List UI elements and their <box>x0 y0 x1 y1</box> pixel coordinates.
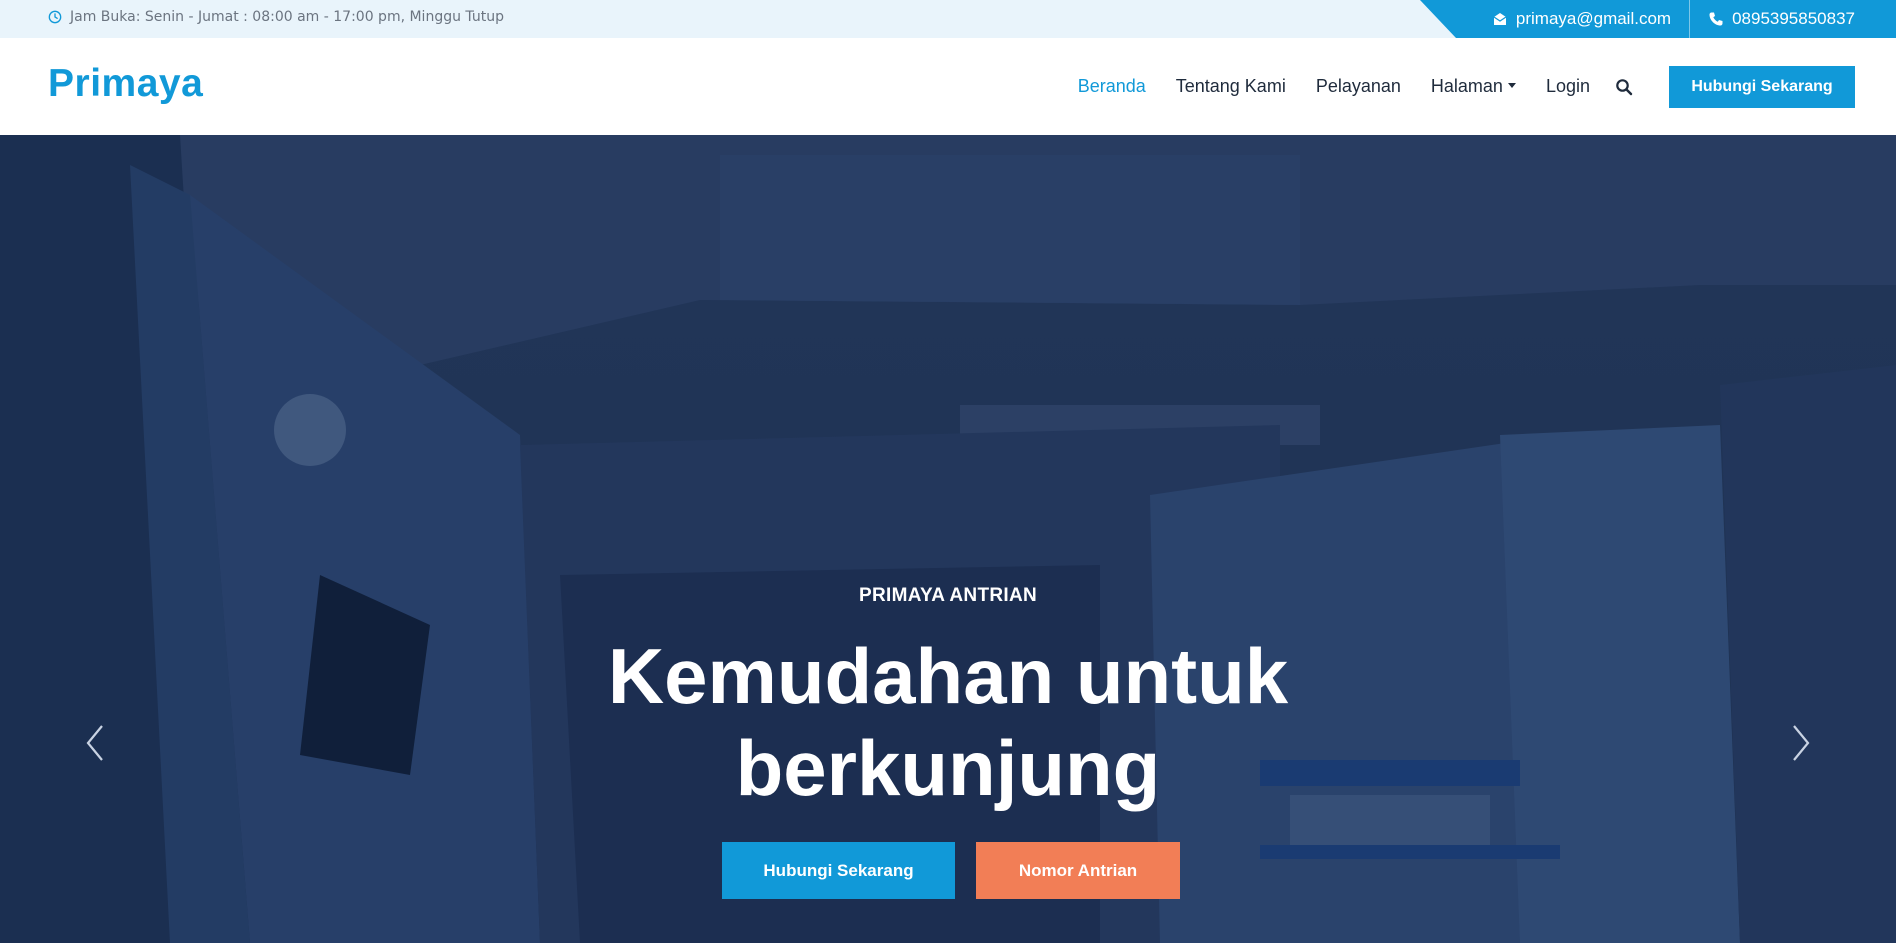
nav-item-pelayanan[interactable]: Pelayanan <box>1316 76 1401 97</box>
envelope-icon <box>1493 13 1507 25</box>
hero-carousel: PRIMAYA ANTRIAN Kemudahan untuk berkunju… <box>0 135 1896 943</box>
nav-menu: Beranda Tentang Kami Pelayanan Halaman L… <box>1078 38 1896 135</box>
hero-title-line-1: Kemudahan untuk <box>607 632 1289 720</box>
hero-queue-number-button[interactable]: Nomor Antrian <box>976 842 1180 899</box>
nav-item-login[interactable]: Login <box>1546 76 1590 97</box>
phone-text: 0895395850837 <box>1732 9 1855 28</box>
phone-icon <box>1709 12 1723 26</box>
hero-eyebrow: PRIMAYA ANTRIAN <box>859 585 1037 606</box>
nav-item-beranda[interactable]: Beranda <box>1078 76 1146 97</box>
opening-hours-text: Jam Buka: Senin - Jumat : 08:00 am - 17:… <box>70 9 504 25</box>
chevron-left-icon[interactable] <box>78 720 114 766</box>
hero-title-line-2: berkunjung <box>735 724 1161 812</box>
top-info-bar: Jam Buka: Senin - Jumat : 08:00 am - 17:… <box>0 0 1896 38</box>
nav-item-halaman-label: Halaman <box>1430 76 1503 96</box>
email-link[interactable]: primaya@gmail.com <box>1474 0 1689 38</box>
hero-content: PRIMAYA ANTRIAN Kemudahan untuk berkunju… <box>0 135 1896 943</box>
nav-item-tentang-kami[interactable]: Tentang Kami <box>1176 76 1286 97</box>
clock-icon <box>48 10 62 24</box>
opening-hours: Jam Buka: Senin - Jumat : 08:00 am - 17:… <box>48 0 504 34</box>
caret-down-icon <box>1507 82 1516 88</box>
main-navbar: Primaya Beranda Tentang Kami Pelayanan H… <box>0 38 1896 135</box>
nav-item-halaman[interactable]: Halaman <box>1431 76 1516 97</box>
contact-strip: primaya@gmail.com 0895395850837 <box>1420 0 1896 38</box>
hero-contact-button[interactable]: Hubungi Sekarang <box>722 842 955 899</box>
contact-now-button[interactable]: Hubungi Sekarang <box>1669 65 1855 108</box>
phone-link[interactable]: 0895395850837 <box>1690 0 1896 38</box>
search-icon[interactable] <box>1615 78 1633 96</box>
email-text: primaya@gmail.com <box>1515 9 1672 28</box>
hero-buttons: Hubungi Sekarang Nomor Antrian <box>722 842 1180 899</box>
chevron-right-icon[interactable] <box>1782 720 1818 766</box>
site-logo[interactable]: Primaya <box>48 62 203 106</box>
hero-title: Kemudahan untuk berkunjung <box>0 630 1896 814</box>
